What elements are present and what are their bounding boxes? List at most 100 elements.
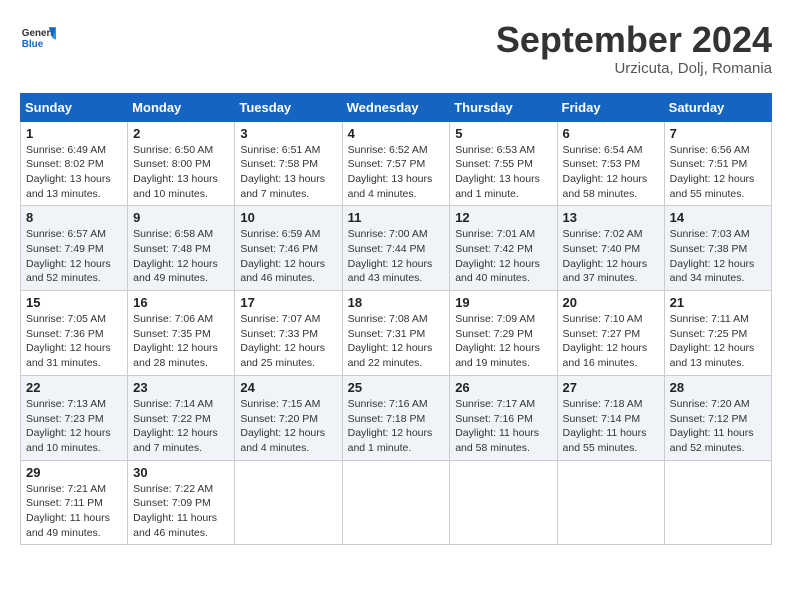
day-number: 22	[26, 380, 122, 395]
calendar-cell: 10 Sunrise: 6:59 AMSunset: 7:46 PMDayligh…	[235, 206, 342, 291]
col-header-thursday: Thursday	[450, 93, 557, 121]
calendar-cell: 30Sunrise: 7:22 AMSunset: 7:09 PMDayligh…	[128, 460, 235, 545]
col-header-monday: Monday	[128, 93, 235, 121]
day-number: 4	[348, 126, 445, 141]
calendar-cell: 13 Sunrise: 7:02 AMSunset: 7:40 PMDayligh…	[557, 206, 664, 291]
calendar-cell	[450, 460, 557, 545]
calendar-cell: 6 Sunrise: 6:54 AMSunset: 7:53 PMDaylight…	[557, 121, 664, 206]
calendar-cell: 8 Sunrise: 6:57 AMSunset: 7:49 PMDaylight…	[21, 206, 128, 291]
col-header-tuesday: Tuesday	[235, 93, 342, 121]
day-number: 8	[26, 210, 122, 225]
calendar-week-row: 8 Sunrise: 6:57 AMSunset: 7:49 PMDaylight…	[21, 206, 772, 291]
col-header-wednesday: Wednesday	[342, 93, 450, 121]
day-number: 23	[133, 380, 229, 395]
day-info: Sunrise: 7:16 AMSunset: 7:18 PMDaylight:…	[348, 397, 445, 456]
day-info: Sunrise: 7:01 AMSunset: 7:42 PMDaylight:…	[455, 227, 551, 286]
calendar-cell	[664, 460, 771, 545]
calendar-cell: 9 Sunrise: 6:58 AMSunset: 7:48 PMDaylight…	[128, 206, 235, 291]
calendar-cell: 4 Sunrise: 6:52 AMSunset: 7:57 PMDaylight…	[342, 121, 450, 206]
day-number: 1	[26, 126, 122, 141]
calendar-cell: 28 Sunrise: 7:20 AMSunset: 7:12 PMDayligh…	[664, 375, 771, 460]
day-info: Sunrise: 7:22 AMSunset: 7:09 PMDaylight:…	[133, 482, 229, 541]
day-number: 7	[670, 126, 766, 141]
calendar-cell: 20Sunrise: 7:10 AMSunset: 7:27 PMDayligh…	[557, 291, 664, 376]
calendar-header-row: SundayMondayTuesdayWednesdayThursdayFrid…	[21, 93, 772, 121]
col-header-saturday: Saturday	[664, 93, 771, 121]
calendar-cell: 17 Sunrise: 7:07 AMSunset: 7:33 PMDayligh…	[235, 291, 342, 376]
logo-icon: General Blue	[20, 20, 56, 56]
day-number: 15	[26, 295, 122, 310]
day-info: Sunrise: 7:11 AMSunset: 7:25 PMDaylight:…	[670, 312, 766, 371]
day-number: 9	[133, 210, 229, 225]
day-info: Sunrise: 7:06 AMSunset: 7:35 PMDaylight:…	[133, 312, 229, 371]
day-info: Sunrise: 7:09 AMSunset: 7:29 PMDaylight:…	[455, 312, 551, 371]
calendar-cell	[235, 460, 342, 545]
day-number: 26	[455, 380, 551, 395]
day-info: Sunrise: 7:15 AMSunset: 7:20 PMDaylight:…	[240, 397, 336, 456]
calendar-cell: 12 Sunrise: 7:01 AMSunset: 7:42 PMDayligh…	[450, 206, 557, 291]
day-number: 16	[133, 295, 229, 310]
day-number: 3	[240, 126, 336, 141]
day-number: 2	[133, 126, 229, 141]
col-header-friday: Friday	[557, 93, 664, 121]
calendar-cell: 27 Sunrise: 7:18 AMSunset: 7:14 PMDayligh…	[557, 375, 664, 460]
day-number: 13	[563, 210, 659, 225]
calendar-cell: 11Sunrise: 7:00 AMSunset: 7:44 PMDayligh…	[342, 206, 450, 291]
calendar-cell: 23 Sunrise: 7:14 AMSunset: 7:22 PMDayligh…	[128, 375, 235, 460]
title-block: September 2024 Urzicuta, Dolj, Romania	[496, 20, 772, 77]
day-number: 24	[240, 380, 336, 395]
day-number: 29	[26, 465, 122, 480]
day-info: Sunrise: 7:03 AMSunset: 7:38 PMDaylight:…	[670, 227, 766, 286]
col-header-sunday: Sunday	[21, 93, 128, 121]
calendar-cell: 15 Sunrise: 7:05 AMSunset: 7:36 PMDayligh…	[21, 291, 128, 376]
location-subtitle: Urzicuta, Dolj, Romania	[496, 60, 772, 77]
day-info: Sunrise: 6:58 AMSunset: 7:48 PMDaylight:…	[133, 227, 229, 286]
day-number: 28	[670, 380, 766, 395]
day-info: Sunrise: 7:05 AMSunset: 7:36 PMDaylight:…	[26, 312, 122, 371]
day-info: Sunrise: 6:59 AMSunset: 7:46 PMDaylight:…	[240, 227, 336, 286]
day-info: Sunrise: 7:13 AMSunset: 7:23 PMDaylight:…	[26, 397, 122, 456]
calendar-cell: 3Sunrise: 6:51 AMSunset: 7:58 PMDaylight…	[235, 121, 342, 206]
calendar-cell	[557, 460, 664, 545]
calendar-cell: 5Sunrise: 6:53 AMSunset: 7:55 PMDaylight…	[450, 121, 557, 206]
day-info: Sunrise: 6:57 AMSunset: 7:49 PMDaylight:…	[26, 227, 122, 286]
calendar-week-row: 1 Sunrise: 6:49 AMSunset: 8:02 PMDaylight…	[21, 121, 772, 206]
calendar-week-row: 22 Sunrise: 7:13 AMSunset: 7:23 PMDayligh…	[21, 375, 772, 460]
calendar-cell: 1 Sunrise: 6:49 AMSunset: 8:02 PMDaylight…	[21, 121, 128, 206]
page-header: General Blue September 2024 Urzicuta, Do…	[20, 20, 772, 77]
day-number: 12	[455, 210, 551, 225]
day-info: Sunrise: 6:50 AMSunset: 8:00 PMDaylight:…	[133, 143, 229, 202]
day-number: 27	[563, 380, 659, 395]
day-number: 25	[348, 380, 445, 395]
day-number: 6	[563, 126, 659, 141]
day-number: 5	[455, 126, 551, 141]
day-info: Sunrise: 7:21 AMSunset: 7:11 PMDaylight:…	[26, 482, 122, 541]
day-info: Sunrise: 7:18 AMSunset: 7:14 PMDaylight:…	[563, 397, 659, 456]
calendar-week-row: 29 Sunrise: 7:21 AMSunset: 7:11 PMDayligh…	[21, 460, 772, 545]
calendar-cell: 29 Sunrise: 7:21 AMSunset: 7:11 PMDayligh…	[21, 460, 128, 545]
calendar-cell: 21Sunrise: 7:11 AMSunset: 7:25 PMDayligh…	[664, 291, 771, 376]
calendar-cell: 25 Sunrise: 7:16 AMSunset: 7:18 PMDayligh…	[342, 375, 450, 460]
svg-text:Blue: Blue	[22, 39, 44, 50]
day-info: Sunrise: 6:52 AMSunset: 7:57 PMDaylight:…	[348, 143, 445, 202]
day-number: 11	[348, 210, 445, 225]
calendar-cell	[342, 460, 450, 545]
day-info: Sunrise: 6:54 AMSunset: 7:53 PMDaylight:…	[563, 143, 659, 202]
calendar-cell: 14Sunrise: 7:03 AMSunset: 7:38 PMDayligh…	[664, 206, 771, 291]
day-info: Sunrise: 7:14 AMSunset: 7:22 PMDaylight:…	[133, 397, 229, 456]
logo: General Blue	[20, 20, 56, 56]
day-info: Sunrise: 7:07 AMSunset: 7:33 PMDaylight:…	[240, 312, 336, 371]
day-info: Sunrise: 7:20 AMSunset: 7:12 PMDaylight:…	[670, 397, 766, 456]
day-info: Sunrise: 7:02 AMSunset: 7:40 PMDaylight:…	[563, 227, 659, 286]
month-title: September 2024	[496, 20, 772, 60]
calendar-cell: 26Sunrise: 7:17 AMSunset: 7:16 PMDayligh…	[450, 375, 557, 460]
calendar-table: SundayMondayTuesdayWednesdayThursdayFrid…	[20, 93, 772, 546]
calendar-cell: 7Sunrise: 6:56 AMSunset: 7:51 PMDaylight…	[664, 121, 771, 206]
day-info: Sunrise: 6:49 AMSunset: 8:02 PMDaylight:…	[26, 143, 122, 202]
calendar-cell: 16 Sunrise: 7:06 AMSunset: 7:35 PMDayligh…	[128, 291, 235, 376]
day-number: 17	[240, 295, 336, 310]
calendar-cell: 22 Sunrise: 7:13 AMSunset: 7:23 PMDayligh…	[21, 375, 128, 460]
day-info: Sunrise: 7:08 AMSunset: 7:31 PMDaylight:…	[348, 312, 445, 371]
day-number: 10	[240, 210, 336, 225]
calendar-week-row: 15 Sunrise: 7:05 AMSunset: 7:36 PMDayligh…	[21, 291, 772, 376]
